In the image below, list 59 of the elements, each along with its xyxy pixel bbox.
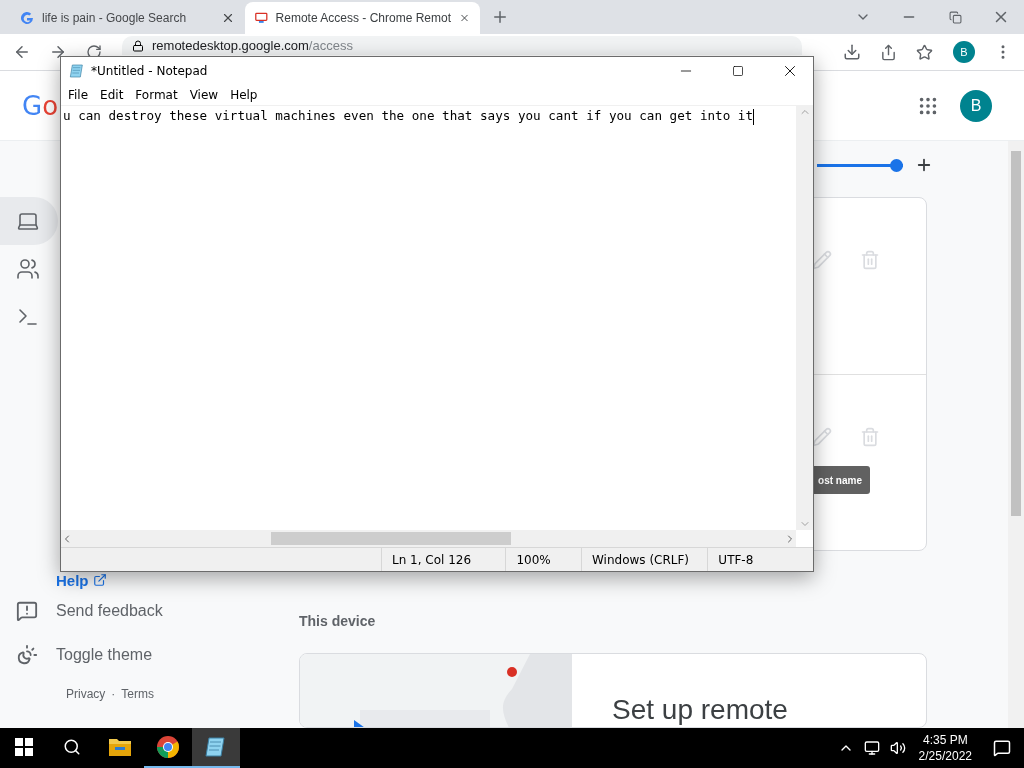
browser-tab[interactable]: Remote Access - Chrome Remot xyxy=(245,2,480,34)
menu-item[interactable]: Help xyxy=(225,86,263,104)
status-text: Ln 1, Col 126 xyxy=(381,548,506,571)
edit-icon[interactable] xyxy=(812,426,832,447)
help-link[interactable]: Help xyxy=(56,569,107,591)
text-area[interactable]: u can destroy these virtual machines even the one that says you cant if you can get into it xyxy=(61,106,796,530)
menu-item[interactable]: Edit xyxy=(95,86,129,104)
clock[interactable]: 4:35 PM 2/25/2022 xyxy=(910,732,980,764)
people-icon xyxy=(16,257,40,281)
status-text: UTF-8 xyxy=(707,548,813,571)
search-icon[interactable] xyxy=(63,738,81,756)
external-link-icon xyxy=(92,573,107,587)
terms-link[interactable]: Terms xyxy=(121,687,154,701)
share-icon[interactable] xyxy=(879,43,897,61)
chrome-icon xyxy=(156,735,180,759)
google-icon xyxy=(20,11,34,25)
add-icon[interactable] xyxy=(915,156,933,174)
page-scrollbar[interactable] xyxy=(1008,141,1024,728)
window-title: *Untitled - Notepad xyxy=(91,64,208,78)
remote-desktop-icon xyxy=(255,11,268,25)
notifications-icon[interactable] xyxy=(993,739,1011,757)
account-avatar[interactable]: B xyxy=(960,89,992,122)
menu-item[interactable]: File xyxy=(63,86,94,104)
lock-icon xyxy=(132,39,144,52)
restore-icon[interactable] xyxy=(948,10,962,24)
close-icon[interactable] xyxy=(221,11,235,25)
windows-start-icon[interactable] xyxy=(15,738,33,756)
theme-icon xyxy=(16,644,38,666)
address-bar[interactable]: remotedesktop.google.com/access xyxy=(122,36,802,55)
maximize-icon[interactable] xyxy=(732,65,744,77)
edit-icon[interactable] xyxy=(812,250,832,270)
nav-item[interactable] xyxy=(0,197,58,245)
zoom-slider[interactable] xyxy=(817,158,903,172)
menu-item[interactable]: Format xyxy=(130,86,183,104)
section-title: This device xyxy=(299,613,377,631)
forward-icon[interactable] xyxy=(49,43,67,61)
separator-dot: · xyxy=(111,687,116,701)
menu-item[interactable]: View xyxy=(184,86,224,104)
bookmark-star-icon[interactable] xyxy=(915,43,933,61)
notepad-icon xyxy=(204,735,228,759)
sidebar-link[interactable]: Toggle theme xyxy=(0,635,290,675)
profile-avatar[interactable]: B xyxy=(953,41,975,63)
notepad-icon xyxy=(69,63,85,79)
privacy-link[interactable]: Privacy xyxy=(66,687,106,701)
back-icon[interactable] xyxy=(13,43,31,61)
slider-thumb[interactable] xyxy=(890,158,903,172)
install-icon[interactable] xyxy=(843,43,861,61)
network-icon[interactable] xyxy=(863,740,880,756)
sidebar-link[interactable]: Send feedback xyxy=(0,591,290,631)
volume-icon[interactable] xyxy=(889,740,906,756)
browser-tab[interactable]: life is pain - Google Search xyxy=(10,2,245,34)
google-logo: Go xyxy=(22,90,59,121)
taskbar-app[interactable] xyxy=(192,728,240,768)
setup-title: Set up remote xyxy=(611,693,788,727)
status-text: Windows (CRLF) xyxy=(581,548,708,571)
status-text: 100% xyxy=(505,548,581,571)
new-tab-icon[interactable] xyxy=(491,8,509,26)
feedback-icon xyxy=(16,600,38,622)
folder-icon xyxy=(108,737,132,757)
